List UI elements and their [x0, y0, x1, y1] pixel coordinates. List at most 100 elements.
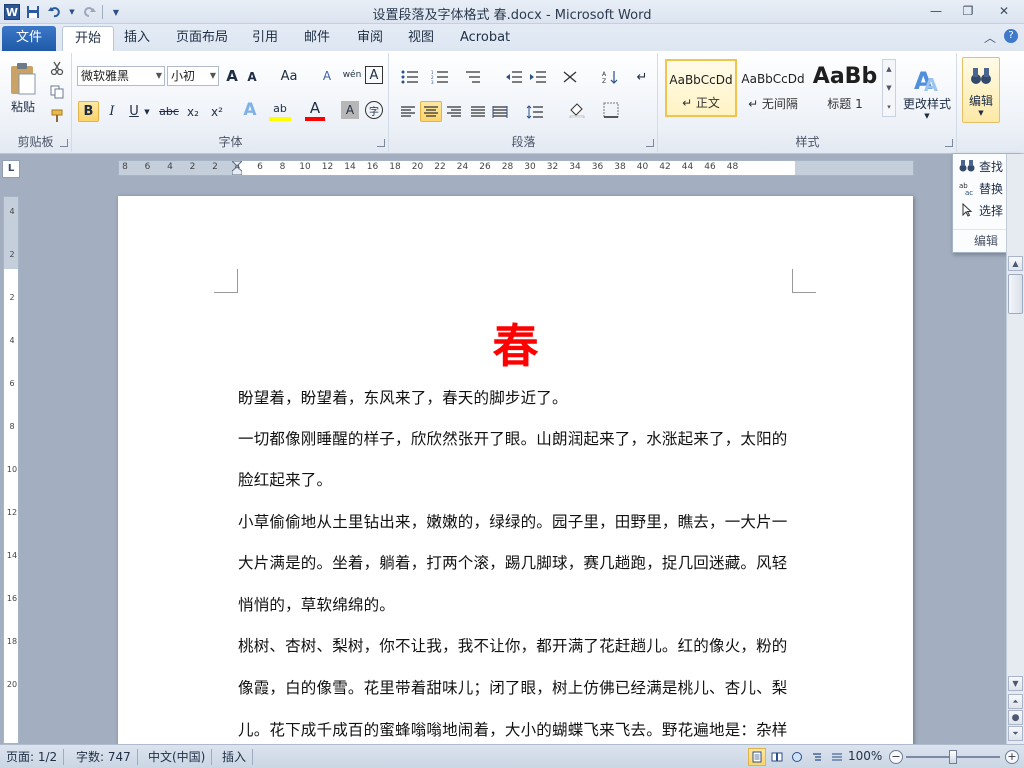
tab-selector[interactable]: L — [2, 160, 20, 178]
character-shading-button[interactable]: A — [341, 101, 359, 119]
full-screen-reading-view-icon[interactable] — [768, 748, 786, 766]
tab-page-layout[interactable]: 页面布局 — [164, 26, 240, 51]
cut-icon[interactable] — [48, 59, 66, 77]
editing-button[interactable]: 编辑 ▼ — [962, 57, 1000, 123]
zoom-slider-thumb[interactable] — [949, 750, 957, 764]
document-line[interactable]: 小草偷偷地从土里钻出来，嫩嫩的，绿绿的。园子里，田野里，瞧去，一大片一 — [238, 502, 798, 543]
multilevel-list-icon[interactable] — [460, 67, 486, 87]
shrink-font-button[interactable]: A — [243, 68, 261, 86]
tab-references[interactable]: 引用 — [240, 26, 290, 51]
highlight-button[interactable]: ab — [269, 99, 291, 121]
find-menu-item[interactable]: 查找▼ — [959, 156, 1012, 176]
font-size-combo[interactable]: 小初 ▼ — [167, 66, 219, 86]
font-name-combo[interactable]: 微软雅黑 ▼ — [77, 66, 165, 86]
chinese-layout-icon[interactable] — [558, 67, 584, 87]
text-effects-button[interactable]: A — [239, 99, 261, 121]
format-painter-icon[interactable] — [48, 107, 66, 125]
close-button[interactable]: ✕ — [984, 0, 1024, 22]
document-line[interactable]: 一切都像刚睡醒的样子，欣欣然张开了眼。山朗润起来了，水涨起来了，太阳的 — [238, 419, 798, 460]
superscript-button[interactable]: x² — [207, 101, 227, 122]
tab-acrobat[interactable]: Acrobat — [448, 26, 522, 51]
document-line[interactable]: 脸红起来了。 — [238, 460, 798, 501]
page-count-status[interactable]: 页面: 1/2 — [0, 749, 65, 765]
document-line[interactable]: 像霞，白的像雪。花里带着甜味儿；闭了眼，树上仿佛已经满是桃儿、杏儿、梨 — [238, 668, 798, 709]
tab-file[interactable]: 文件 — [2, 26, 56, 51]
chevron-up-icon[interactable]: ▲ — [883, 60, 895, 79]
shading-icon[interactable] — [564, 99, 590, 121]
tab-review[interactable]: 审阅 — [345, 26, 395, 51]
paste-button[interactable]: 粘贴 — [6, 57, 40, 119]
document-line[interactable]: 桃树、杏树、梨树，你不让我，我不让你，都开满了花赶趟儿。红的像火，粉的 — [238, 626, 798, 667]
scroll-up-icon[interactable]: ▲ — [1008, 256, 1023, 271]
style-normal[interactable]: AaBbCcDd ↵ 正文 — [665, 59, 737, 117]
indent-marker-icon[interactable] — [231, 161, 243, 175]
bullets-icon[interactable] — [398, 67, 422, 87]
document-line[interactable]: 大片满是的。坐着，躺着，打两个滚，踢几脚球，赛几趟跑，捉几回迷藏。风轻 — [238, 543, 798, 584]
draft-view-icon[interactable] — [828, 748, 846, 766]
change-case-button[interactable]: Aa — [277, 66, 301, 86]
replace-menu-item[interactable]: ab ac 替换 — [959, 178, 1003, 198]
decrease-indent-icon[interactable] — [504, 67, 524, 87]
vertical-scrollbar[interactable]: ▲ ▼ ⏶ ● ⏷ — [1006, 154, 1024, 744]
justify-icon[interactable] — [468, 101, 488, 122]
numbering-icon[interactable]: 123 — [428, 67, 452, 87]
document-title[interactable]: 春 — [118, 310, 913, 376]
style-heading-1[interactable]: AaBb 标题 1 — [811, 59, 879, 117]
tab-insert[interactable]: 插入 — [112, 26, 162, 51]
document-page[interactable]: 春 盼望着，盼望着，东风来了，春天的脚步近了。 一切都像刚睡醒的样子，欣欣然张开… — [118, 196, 913, 756]
phonetic-guide-button[interactable]: wén — [341, 64, 363, 86]
minimize-button[interactable]: — — [920, 0, 952, 22]
help-icon[interactable]: ? — [1004, 29, 1018, 43]
underline-button[interactable]: U — [125, 101, 143, 122]
next-page-icon[interactable]: ⏷ — [1008, 726, 1023, 741]
tab-home[interactable]: 开始 — [62, 26, 115, 51]
bold-button[interactable]: B — [78, 101, 99, 122]
enclose-characters-button[interactable]: 字 — [365, 101, 383, 119]
underline-dropdown-icon[interactable]: ▼ — [143, 101, 151, 122]
show-marks-icon[interactable]: ↵ — [632, 67, 652, 87]
print-layout-view-icon[interactable] — [748, 748, 766, 766]
web-layout-view-icon[interactable] — [788, 748, 806, 766]
document-line[interactable]: 盼望着，盼望着，东风来了，春天的脚步近了。 — [238, 378, 798, 419]
line-spacing-icon[interactable] — [522, 101, 548, 122]
chevron-down-icon[interactable]: ▼ — [883, 79, 895, 98]
styles-gallery-scroll[interactable]: ▲ ▼ ▾ — [882, 59, 896, 117]
strikethrough-button[interactable]: abc — [157, 101, 181, 122]
vertical-ruler[interactable]: 4 2 2 4 6 8 10 12 14 16 18 20 — [3, 196, 19, 744]
maximize-button[interactable]: ❐ — [952, 0, 984, 22]
increase-indent-icon[interactable] — [528, 67, 548, 87]
tab-mailings[interactable]: 邮件 — [292, 26, 342, 51]
character-border-button[interactable]: A — [365, 66, 383, 84]
borders-icon[interactable] — [598, 99, 624, 121]
clipboard-launcher-icon[interactable] — [60, 139, 68, 147]
distributed-icon[interactable] — [490, 101, 510, 122]
style-no-spacing[interactable]: AaBbCcDd ↵ 无间隔 — [737, 59, 809, 117]
change-styles-button[interactable]: AA 更改样式 ▼ — [899, 57, 955, 127]
grow-font-button[interactable]: A — [223, 66, 241, 86]
align-center-icon[interactable] — [420, 101, 442, 122]
align-left-icon[interactable] — [398, 101, 418, 122]
language-status[interactable]: 中文(中国) — [142, 749, 213, 765]
clear-format-button[interactable]: A — [317, 66, 337, 86]
gallery-more-icon[interactable]: ▾ — [883, 98, 895, 116]
horizontal-ruler[interactable]: 8642246810121416182022242628303234363840… — [118, 160, 914, 176]
align-right-icon[interactable] — [444, 101, 464, 122]
font-launcher-icon[interactable] — [377, 139, 385, 147]
select-menu-item[interactable]: 选择▼ — [959, 200, 1012, 220]
minimize-ribbon-icon[interactable]: ︿ — [984, 29, 996, 46]
zoom-level-label[interactable]: 100% — [848, 749, 882, 763]
font-color-button[interactable]: A — [305, 99, 325, 121]
subscript-button[interactable]: x₂ — [183, 101, 203, 122]
paragraph-launcher-icon[interactable] — [646, 139, 654, 147]
tab-view[interactable]: 视图 — [396, 26, 446, 51]
outline-view-icon[interactable] — [808, 748, 826, 766]
scrollbar-thumb[interactable] — [1008, 274, 1023, 314]
previous-page-icon[interactable]: ⏶ — [1008, 694, 1023, 709]
zoom-in-icon[interactable]: + — [1005, 750, 1019, 764]
browse-object-icon[interactable]: ● — [1008, 710, 1023, 725]
zoom-out-icon[interactable]: − — [889, 750, 903, 764]
scroll-down-icon[interactable]: ▼ — [1008, 676, 1023, 691]
word-count-status[interactable]: 字数: 747 — [70, 749, 138, 765]
sort-icon[interactable]: AZ — [600, 67, 620, 87]
copy-icon[interactable] — [48, 83, 66, 101]
